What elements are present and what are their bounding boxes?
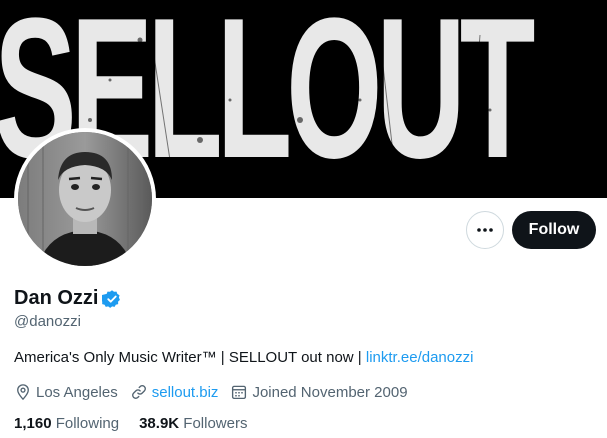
profile-meta: Los Angeles sellout.biz Joined November … [14, 383, 420, 401]
joined-item: Joined November 2009 [230, 383, 408, 401]
ellipsis-icon [477, 228, 493, 232]
bio-text: America's Only Music Writer™ | SELLOUT o… [14, 349, 366, 366]
avatar-photo [18, 132, 152, 266]
website-item: sellout.biz [130, 383, 219, 401]
followers-label: Followers [183, 415, 248, 432]
follow-button[interactable]: Follow [512, 211, 596, 249]
website-link[interactable]: sellout.biz [152, 384, 219, 401]
followers-stat[interactable]: 38.9K Followers [139, 415, 247, 432]
joined-text: Joined November 2009 [252, 383, 408, 401]
bio-link[interactable]: linktr.ee/danozzi [366, 349, 474, 366]
profile-bio: America's Only Music Writer™ | SELLOUT o… [14, 349, 473, 366]
calendar-icon [232, 385, 247, 400]
following-label: Following [55, 415, 120, 432]
location-pin-icon [17, 384, 29, 401]
followers-count: 38.9K [139, 415, 180, 432]
location-item: Los Angeles [14, 383, 118, 401]
profile-avatar[interactable] [14, 128, 156, 270]
name-row: Dan Ozzi [14, 287, 122, 310]
link-icon [131, 385, 146, 399]
location-text: Los Angeles [36, 383, 118, 401]
display-name: Dan Ozzi [14, 287, 99, 309]
following-count: 1,160 [14, 415, 52, 432]
verified-badge-icon[interactable] [102, 289, 122, 309]
follow-stats: 1,160 Following 38.9K Followers [14, 415, 267, 432]
user-handle: @danozzi [14, 313, 81, 330]
more-options-button[interactable] [466, 211, 504, 249]
following-stat[interactable]: 1,160 Following [14, 415, 119, 432]
